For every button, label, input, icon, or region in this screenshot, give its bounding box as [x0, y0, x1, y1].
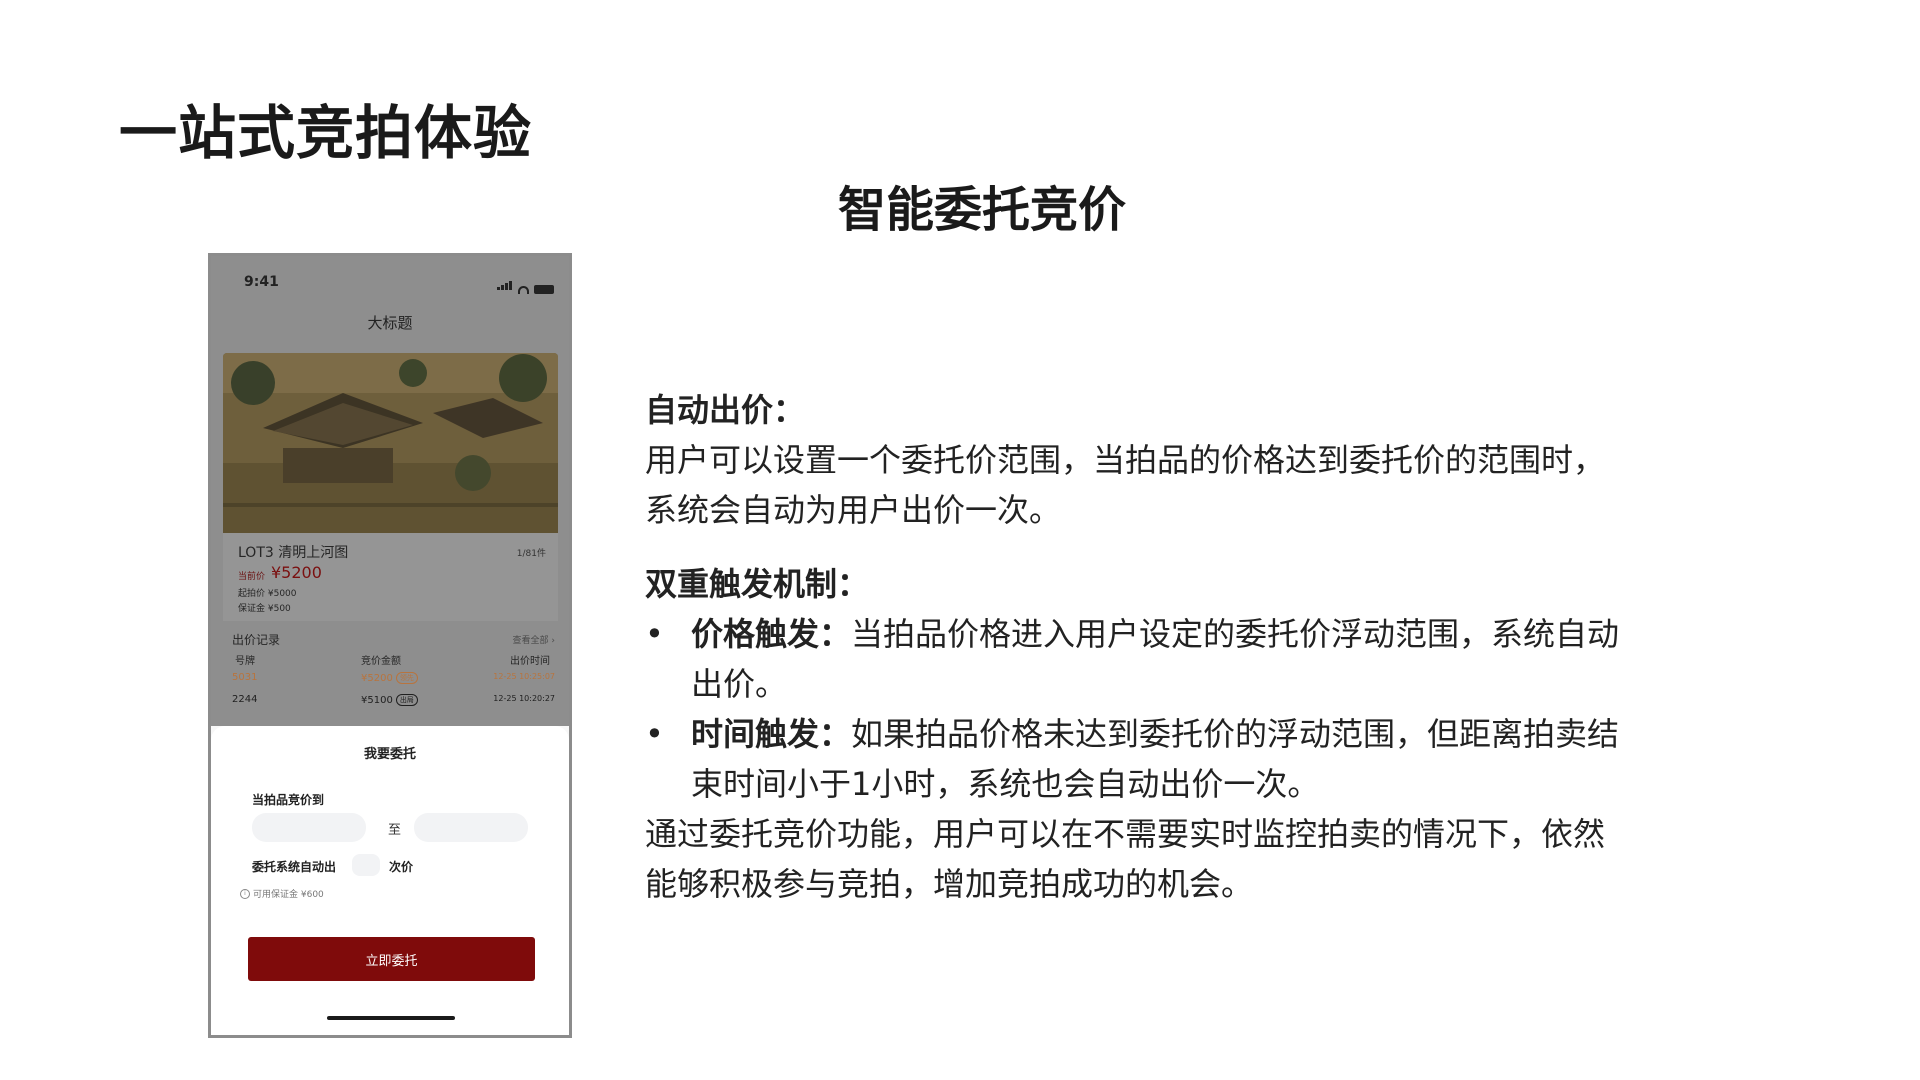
- current-price: ¥5200: [271, 563, 322, 582]
- header-amount: 竞价金额: [361, 656, 401, 667]
- slide-subtitle: 智能委托竞价: [837, 182, 1126, 238]
- status-icons: [497, 275, 554, 294]
- dual-trigger-title: 双重触发机制：: [645, 565, 870, 603]
- entrust-sheet: 我要委托 当拍品竞价到 至 委托系统自动出 次价 i 可用保证金 ¥600 立即…: [211, 726, 569, 1035]
- min-price-input[interactable]: [252, 813, 366, 842]
- row-time: 12-25 10:20:27: [493, 694, 555, 703]
- signal-icon: [497, 275, 513, 294]
- lead-badge: 领先: [395, 672, 418, 684]
- view-all-link[interactable]: 查看全部 ›: [513, 633, 555, 646]
- auto-bid-label: 委托系统自动出: [252, 860, 337, 874]
- bullet-price-trigger: • 价格触发：当拍品价格进入用户设定的委托价浮动范围，系统自动出价。: [645, 609, 1625, 709]
- row-amount: ¥5100 出局: [361, 694, 418, 706]
- lot-title: LOT3 清明上河图: [238, 545, 349, 561]
- entrust-now-button[interactable]: 立即委托: [248, 937, 535, 981]
- range-to-label: 至: [388, 823, 402, 838]
- available-deposit-text: 可用保证金 ¥600: [253, 890, 324, 900]
- phone-mockup: 9:41 大标题 LOT3 清明上河图 1/81件 当前价 ¥5200 起拍价: [208, 253, 572, 1038]
- sheet-title: 我要委托: [363, 747, 416, 762]
- auto-bid-text: 用户可以设置一个委托价范围，当拍品的价格达到委托价的范围时，系统会自动为用户出价…: [645, 441, 1606, 529]
- bullet-label: 时间触发：: [691, 715, 852, 753]
- summary-text: 通过委托竞价功能，用户可以在不需要实时监控拍卖的情况下，依然能够积极参与竞拍，增…: [645, 815, 1606, 903]
- deposit-amount: 保证金 ¥500: [238, 604, 291, 614]
- max-price-input[interactable]: [414, 813, 528, 842]
- bid-times-input[interactable]: [352, 854, 380, 876]
- battery-icon: [534, 285, 554, 294]
- artwork-image[interactable]: [223, 353, 558, 533]
- bullet-label: 价格触发：: [691, 615, 852, 653]
- out-badge: 出局: [395, 694, 418, 706]
- wifi-icon: [518, 286, 529, 294]
- available-deposit: i 可用保证金 ¥600: [240, 887, 324, 900]
- lot-count: 1/81件: [516, 549, 546, 559]
- times-label: 次价: [389, 860, 414, 874]
- bid-records-title: 出价记录: [232, 633, 281, 647]
- nav-title: 大标题: [367, 314, 413, 332]
- bid-records: 出价记录 查看全部 › 号牌 竞价金额 出价时间 5031 ¥5200 领先 12…: [223, 628, 558, 726]
- row-amount: ¥5200 领先: [361, 672, 418, 684]
- auto-bid-title: 自动出价：: [645, 391, 806, 429]
- info-icon: i: [240, 888, 250, 899]
- lot-info-card: LOT3 清明上河图 1/81件 当前价 ¥5200 起拍价 ¥5000 保证金…: [223, 533, 558, 621]
- home-indicator: [327, 1016, 455, 1020]
- row-paddle: 2244: [232, 694, 258, 705]
- price-range-label: 当拍品竞价到: [252, 793, 325, 807]
- current-price-label: 当前价: [238, 572, 266, 582]
- row-paddle: 5031: [232, 672, 258, 683]
- row-time: 12-25 10:25:07: [493, 672, 555, 681]
- bullet-dot: •: [645, 615, 664, 653]
- header-time: 出价时间: [510, 656, 550, 667]
- header-paddle: 号牌: [235, 656, 255, 667]
- bullet-time-trigger: • 时间触发：如果拍品价格未达到委托价的浮动范围，但距离拍卖结束时间小于1小时，系…: [645, 709, 1625, 809]
- bullet-dot: •: [645, 715, 664, 753]
- status-time: 9:41: [244, 274, 279, 290]
- start-price: 起拍价 ¥5000: [238, 589, 297, 599]
- slide-title: 一站式竞拍体验: [119, 99, 533, 167]
- feature-description: 自动出价： 用户可以设置一个委托价范围，当拍品的价格达到委托价的范围时，系统会自…: [645, 385, 1625, 909]
